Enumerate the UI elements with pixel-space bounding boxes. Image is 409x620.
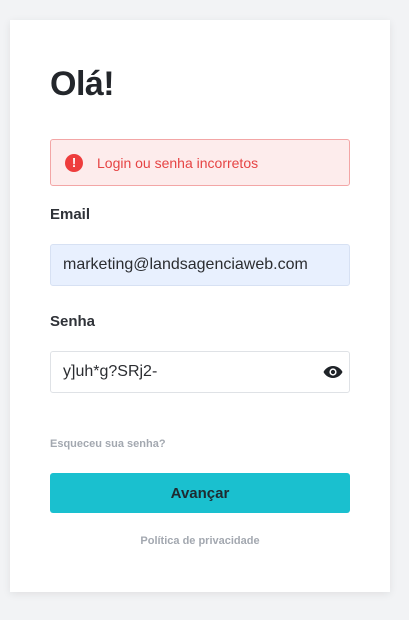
page-title: Olá! — [50, 65, 115, 103]
login-card: Olá! ! Login ou senha incorretos Email S… — [10, 20, 390, 592]
error-message: Login ou senha incorretos — [97, 154, 259, 171]
privacy-policy-link[interactable]: Política de privacidade — [50, 535, 350, 547]
password-field[interactable] — [50, 351, 350, 393]
submit-button[interactable]: Avançar — [50, 473, 350, 513]
email-label: Email — [50, 206, 91, 223]
eye-icon[interactable] — [320, 360, 346, 384]
email-field[interactable] — [50, 244, 350, 286]
forgot-password-link[interactable]: Esqueceu sua senha? — [50, 438, 166, 450]
exclamation-circle-icon: ! — [65, 153, 83, 172]
password-label: Senha — [50, 313, 96, 330]
error-alert: ! Login ou senha incorretos — [50, 139, 350, 186]
